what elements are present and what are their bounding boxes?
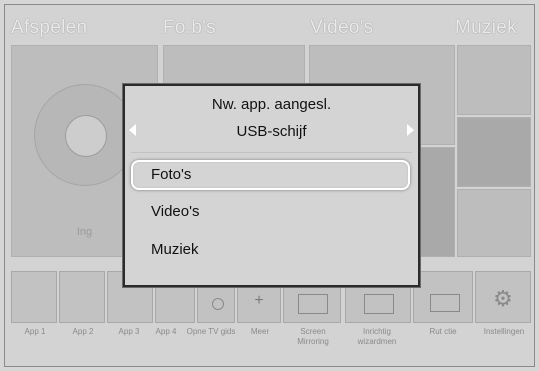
setup-wizard-icon — [364, 294, 394, 314]
app-2-tile[interactable] — [59, 271, 105, 323]
disc-icon — [34, 84, 136, 186]
app-label: Meer — [250, 327, 270, 336]
tv-guide-icon — [212, 298, 224, 310]
option-videos[interactable]: Video's — [131, 198, 410, 228]
screen-mirroring-icon — [298, 294, 328, 314]
music-tile[interactable] — [457, 117, 531, 187]
function-icon — [430, 294, 460, 312]
category-afspelen[interactable]: Afspelen — [11, 17, 87, 39]
app-label: Opne TV gids — [186, 327, 236, 336]
category-fotos[interactable]: Fo.b's — [163, 17, 216, 39]
dialog-title: Nw. app. aangesl. — [211, 96, 332, 113]
category-muziek[interactable]: Muziek — [455, 17, 517, 39]
tv-screen: Afspelen Fo.b's Video's Muziek Ing + ⚙ A… — [0, 0, 539, 371]
app-label: Inrichtig wizardmen — [357, 327, 397, 346]
app-label: Rut ctie — [429, 327, 457, 336]
arrow-right-icon[interactable] — [407, 124, 414, 136]
app-label: App 1 — [24, 327, 46, 336]
app-label: App 4 — [155, 327, 177, 336]
settings-tile[interactable]: ⚙ — [475, 271, 531, 323]
app-label: Screen Mirroring — [297, 327, 329, 346]
app-label: Instellingen — [483, 327, 525, 336]
option-muziek[interactable]: Muziek — [131, 236, 410, 266]
function-tile[interactable] — [413, 271, 473, 323]
source-selector[interactable]: USB-schijf — [125, 123, 418, 140]
plus-icon: + — [254, 292, 264, 309]
music-tile[interactable] — [457, 45, 531, 115]
music-tile[interactable] — [457, 189, 531, 257]
app-label: App 2 — [72, 327, 94, 336]
gear-icon: ⚙ — [493, 286, 513, 311]
app-label: App 3 — [118, 327, 140, 336]
new-device-dialog: Nw. app. aangesl. USB-schijf Foto's Vide… — [123, 84, 420, 287]
category-videos[interactable]: Video's — [310, 17, 373, 39]
app-1-tile[interactable] — [11, 271, 57, 323]
option-fotos[interactable]: Foto's — [131, 160, 410, 190]
divider — [131, 152, 412, 153]
